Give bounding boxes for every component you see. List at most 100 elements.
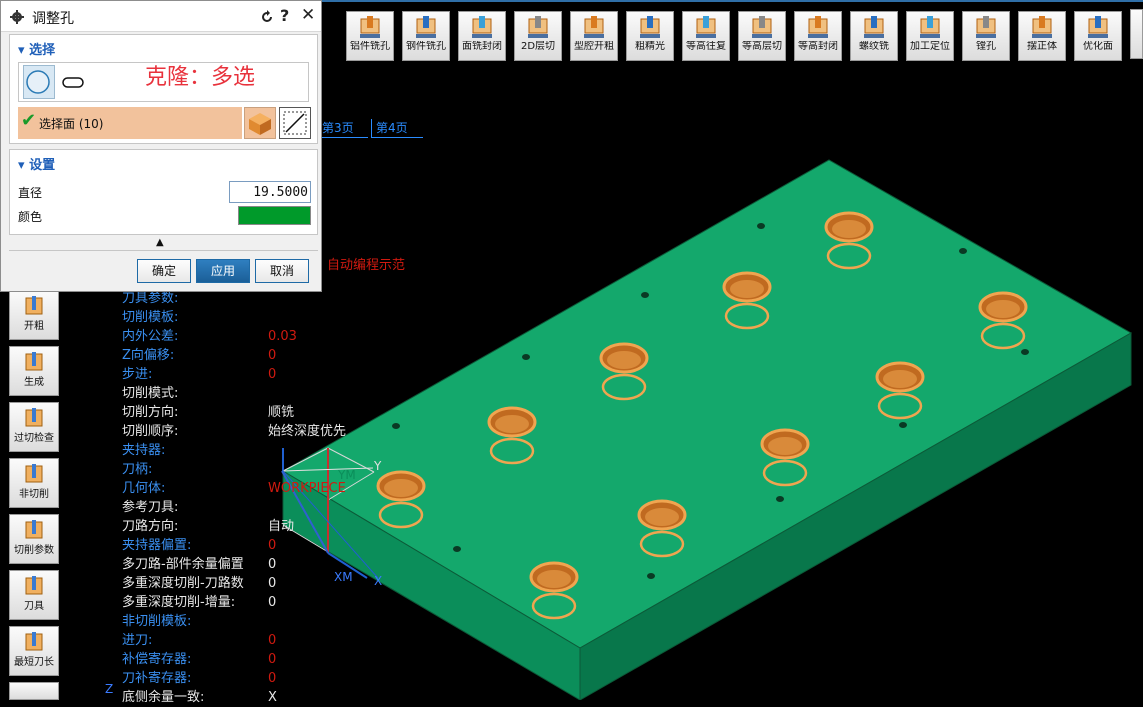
apply-button[interactable]: 应用 bbox=[196, 259, 250, 283]
counterbore-floor bbox=[730, 280, 764, 298]
toolbar-button-label: 优化面 bbox=[1083, 41, 1113, 52]
rough-open-icon bbox=[25, 296, 43, 315]
diameter-label: 直径 bbox=[18, 186, 43, 200]
dialog-titlebar[interactable]: 调整孔 ? ✕ bbox=[1, 1, 321, 32]
left-toolbar-button-7[interactable]: 最短刀长 bbox=[9, 626, 59, 676]
dialog-divider bbox=[9, 250, 318, 251]
param-value: 0 bbox=[268, 576, 277, 591]
tab-page-4[interactable]: 第4页 bbox=[371, 119, 423, 138]
toolbar-button-7[interactable]: 等高往复 bbox=[682, 11, 730, 61]
optimize-face-icon bbox=[1088, 16, 1108, 38]
close-icon[interactable]: ✕ bbox=[301, 5, 315, 25]
toolbar-button-8[interactable]: 等高层切 bbox=[738, 11, 786, 61]
param-value: 0.03 bbox=[268, 329, 297, 344]
settings-section-header[interactable]: ▾ 设置 bbox=[18, 154, 55, 173]
tab-page-3[interactable]: 第3页 bbox=[322, 119, 368, 138]
toolbar-button-label: 粗精光 bbox=[635, 41, 665, 52]
param-label: 底侧余量一致: bbox=[122, 690, 205, 705]
left-toolbar-button-6[interactable]: 刀具 bbox=[9, 570, 59, 620]
axis-label-y: Y bbox=[374, 459, 382, 473]
rough-finish-icon bbox=[640, 16, 660, 38]
param-value: 0 bbox=[268, 367, 277, 382]
gear-icon bbox=[10, 10, 24, 24]
toolbar-button-10[interactable]: 螺纹铣 bbox=[850, 11, 898, 61]
gouge-check-icon bbox=[25, 408, 43, 427]
counterbore-floor bbox=[495, 415, 529, 433]
left-toolbar-label: 刀具 bbox=[24, 601, 44, 612]
align-body-icon bbox=[1032, 16, 1052, 38]
param-value: X bbox=[268, 690, 277, 705]
slot-icon[interactable] bbox=[61, 76, 87, 90]
zlevel-zigzag-icon bbox=[696, 16, 716, 38]
counterbore-floor bbox=[645, 508, 679, 526]
boring-icon bbox=[976, 16, 996, 38]
zlevel-layer-icon bbox=[752, 16, 772, 38]
param-value: 自动 bbox=[268, 519, 295, 534]
collapse-arrow-icon[interactable]: ▲ bbox=[156, 237, 164, 248]
toolbar-button-1[interactable]: 铝件铣孔 bbox=[346, 11, 394, 61]
toolbar-button-2[interactable]: 钢件铣孔 bbox=[402, 11, 450, 61]
face-mill-closed-icon bbox=[472, 16, 492, 38]
left-toolbar-button-1[interactable]: 开粗 bbox=[9, 290, 59, 340]
select-face-row[interactable]: ✔ 选择面 (10) bbox=[18, 107, 242, 139]
param-label: 步进: bbox=[122, 367, 153, 382]
toolbar-button-label: 等高往复 bbox=[686, 41, 726, 52]
toolbar-overflow[interactable] bbox=[1130, 9, 1143, 59]
select-face-button[interactable] bbox=[244, 107, 276, 139]
toolbar-button-4[interactable]: 2D层切 bbox=[514, 11, 562, 61]
cutting-params-icon bbox=[25, 520, 43, 539]
left-toolbar-button-2[interactable]: 生成 bbox=[9, 346, 59, 396]
2d-layer-cut-icon bbox=[528, 16, 548, 38]
param-value: 顺铣 bbox=[268, 405, 295, 420]
left-toolbar-button-3[interactable]: 过切检查 bbox=[9, 402, 59, 452]
param-label: 补偿寄存器: bbox=[122, 652, 192, 667]
non-cutting-icon bbox=[25, 464, 43, 483]
reset-icon[interactable] bbox=[260, 10, 274, 24]
diameter-input[interactable] bbox=[229, 181, 311, 203]
toolbar-button-12[interactable]: 镗孔 bbox=[962, 11, 1010, 61]
param-label: 内外公差: bbox=[122, 329, 179, 344]
param-value: 0 bbox=[268, 671, 277, 686]
ok-button[interactable]: 确定 bbox=[137, 259, 191, 283]
toolbar-button-label: 摆正体 bbox=[1027, 41, 1057, 52]
toolbar-button-11[interactable]: 加工定位 bbox=[906, 11, 954, 61]
param-value: 0 bbox=[268, 557, 277, 572]
toolbar-button-6[interactable]: 粗精光 bbox=[626, 11, 674, 61]
param-label: 进刀: bbox=[122, 633, 153, 648]
left-toolbar-label: 生成 bbox=[24, 377, 44, 388]
left-toolbar-button-4[interactable]: 非切削 bbox=[9, 458, 59, 508]
toolbar-button-13[interactable]: 摆正体 bbox=[1018, 11, 1066, 61]
check-icon: ✔ bbox=[21, 110, 37, 131]
color-swatch[interactable] bbox=[238, 206, 311, 225]
toolbar-button-label: 2D层切 bbox=[520, 41, 556, 52]
machining-position-icon bbox=[920, 16, 940, 38]
help-icon[interactable]: ? bbox=[280, 6, 289, 25]
dialog-title: 调整孔 bbox=[32, 11, 74, 27]
counterbore-floor bbox=[986, 300, 1020, 318]
left-toolbar-label: 非切削 bbox=[19, 489, 49, 500]
param-label: 切削方向: bbox=[122, 405, 179, 420]
param-value: 0 bbox=[268, 538, 277, 553]
clone-multi-select-button[interactable] bbox=[279, 107, 311, 139]
steel-hole-mill-icon bbox=[416, 16, 436, 38]
toolbar-button-label: 铝件铣孔 bbox=[350, 41, 390, 52]
param-label: 切削顺序: bbox=[122, 424, 179, 439]
select-face-label: 选择面 (10) bbox=[39, 117, 104, 131]
cancel-button[interactable]: 取消 bbox=[255, 259, 309, 283]
axis-label-xm: XM bbox=[334, 570, 353, 584]
filter-circle-button[interactable] bbox=[23, 65, 55, 99]
cavity-rough-icon bbox=[584, 16, 604, 38]
toolbar-button-14[interactable]: 优化面 bbox=[1074, 11, 1122, 61]
left-toolbar-button-5[interactable]: 切削参数 bbox=[9, 514, 59, 564]
left-toolbar-button-partial[interactable] bbox=[9, 682, 59, 700]
toolbar-button-9[interactable]: 等高封闭 bbox=[794, 11, 842, 61]
toolbar-button-5[interactable]: 型腔开粗 bbox=[570, 11, 618, 61]
param-label: 参考刀具: bbox=[122, 500, 179, 515]
param-label: 非切削模板: bbox=[122, 614, 192, 629]
toolbar-button-label: 钢件铣孔 bbox=[406, 41, 446, 52]
select-section-header[interactable]: ▾ 选择 bbox=[18, 39, 55, 58]
param-value: 始终深度优先 bbox=[268, 424, 347, 439]
counterbore-floor bbox=[768, 437, 802, 455]
toolbar-button-3[interactable]: 面铣封闭 bbox=[458, 11, 506, 61]
param-label: 多重深度切削-刀路数 bbox=[122, 576, 244, 591]
